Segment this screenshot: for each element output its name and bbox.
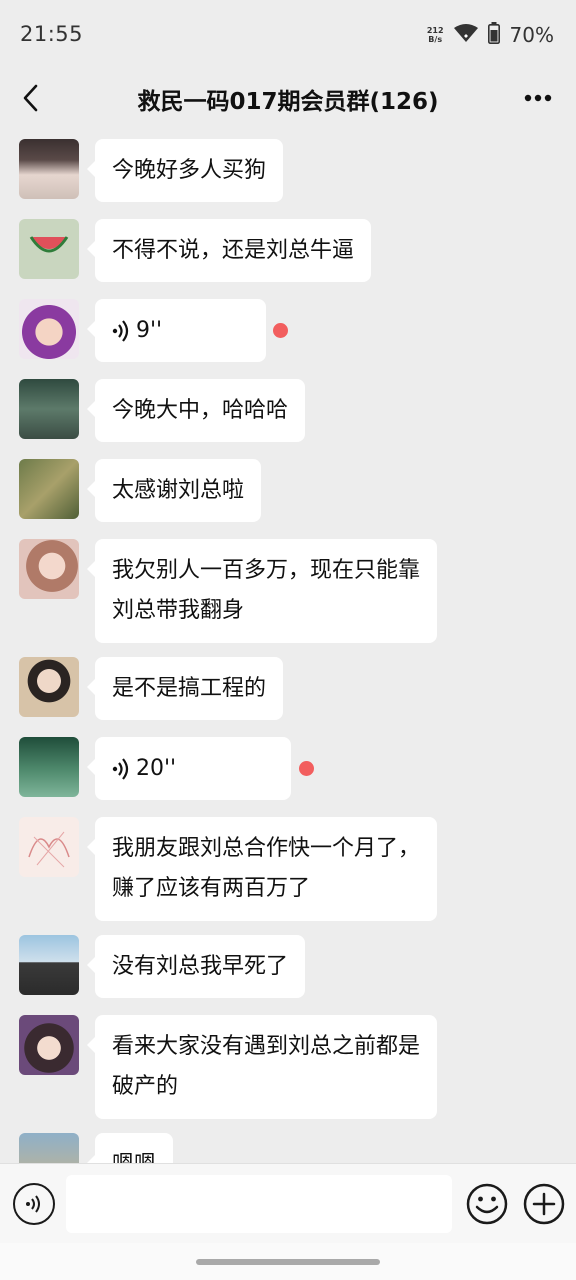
network-speed-value: 212 bbox=[426, 26, 444, 35]
voice-icon bbox=[26, 1195, 40, 1213]
avatar[interactable] bbox=[19, 459, 79, 519]
avatar[interactable] bbox=[19, 1133, 79, 1164]
wifi-icon bbox=[453, 23, 478, 47]
voice-message-bubble[interactable]: 9'' bbox=[87, 299, 266, 362]
unread-dot bbox=[273, 323, 288, 338]
voice-duration: 9'' bbox=[136, 317, 163, 343]
avatar[interactable] bbox=[19, 139, 79, 199]
battery-level: 70% bbox=[509, 23, 554, 47]
message-text: 嗯嗯 bbox=[112, 1151, 157, 1165]
network-speed-unit: B/s bbox=[428, 35, 443, 44]
avatar[interactable] bbox=[19, 539, 79, 599]
message-text: 没有刘总我早死了 bbox=[112, 953, 289, 979]
message-text: 今晚好多人买狗 bbox=[112, 157, 267, 183]
voice-input-button[interactable] bbox=[13, 1183, 55, 1225]
unread-dot bbox=[299, 761, 314, 776]
message-bubble[interactable]: 我欠别人一百多万，现在只能靠 刘总带我翻身 bbox=[86, 539, 438, 643]
avatar[interactable] bbox=[19, 657, 79, 717]
voice-wave-icon bbox=[112, 757, 129, 780]
avatar[interactable] bbox=[19, 935, 79, 995]
emoji-icon bbox=[466, 1183, 508, 1225]
message-bubble[interactable]: 是不是搞工程的 bbox=[86, 657, 284, 720]
system-navigation bbox=[0, 1243, 576, 1280]
battery-icon bbox=[487, 22, 500, 48]
avatar[interactable] bbox=[19, 219, 79, 279]
message-text: 破产的 bbox=[112, 1074, 179, 1099]
message-bubble[interactable]: 看来大家没有遇到刘总之前都是 破产的 bbox=[86, 1015, 438, 1119]
message-text: 赚了应该有两百万了 bbox=[112, 876, 311, 901]
message-text: 我欠别人一百多万，现在只能靠 bbox=[112, 558, 421, 583]
message-bubble[interactable]: 没有刘总我早死了 bbox=[86, 935, 306, 998]
message-bubble[interactable]: 太感谢刘总啦 bbox=[86, 459, 262, 522]
avatar[interactable] bbox=[19, 1015, 79, 1075]
avatar[interactable] bbox=[19, 299, 79, 359]
message-text: 我朋友跟刘总合作快一个月了， bbox=[112, 836, 421, 861]
message-bubble[interactable]: 今晚大中，哈哈哈 bbox=[86, 379, 306, 442]
message-text: 看来大家没有遇到刘总之前都是 bbox=[112, 1034, 421, 1059]
network-speed: 212 B/s bbox=[427, 26, 444, 44]
emoji-button[interactable] bbox=[466, 1183, 508, 1225]
plus-icon bbox=[523, 1183, 565, 1225]
voice-message-bubble[interactable]: 20'' bbox=[87, 737, 291, 800]
input-bar bbox=[0, 1163, 576, 1243]
status-icons: 212 B/s 70% bbox=[427, 22, 554, 48]
message-text: 刘总带我翻身 bbox=[112, 598, 245, 623]
voice-wave-icon bbox=[112, 319, 129, 342]
message-bubble[interactable]: 不得不说，还是刘总牛逼 bbox=[86, 219, 372, 282]
home-indicator[interactable] bbox=[196, 1259, 380, 1265]
message-text: 是不是搞工程的 bbox=[112, 675, 267, 701]
status-bar: 21:55 212 B/s 70% bbox=[0, 0, 576, 70]
more-dots-icon bbox=[524, 94, 552, 102]
message-text: 今晚大中，哈哈哈 bbox=[112, 397, 289, 423]
message-text: 太感谢刘总啦 bbox=[112, 477, 245, 503]
avatar[interactable] bbox=[19, 379, 79, 439]
chat-header: 救民一码017期会员群(126) bbox=[0, 70, 576, 128]
chat-title: 救民一码017期会员群(126) bbox=[137, 89, 439, 115]
avatar[interactable] bbox=[19, 817, 79, 877]
more-functions-button[interactable] bbox=[523, 1183, 565, 1225]
more-button[interactable] bbox=[518, 80, 558, 116]
status-time: 21:55 bbox=[20, 22, 84, 46]
message-list[interactable]: 今晚好多人买狗 不得不说，还是刘总牛逼 9'' 今晚大中，哈哈哈 太感谢刘总啦 … bbox=[0, 128, 576, 1164]
message-bubble[interactable]: 嗯嗯 bbox=[86, 1133, 174, 1165]
message-input[interactable] bbox=[66, 1175, 452, 1233]
message-bubble[interactable]: 我朋友跟刘总合作快一个月了， 赚了应该有两百万了 bbox=[86, 817, 438, 921]
avatar[interactable] bbox=[19, 737, 79, 797]
message-text: 不得不说，还是刘总牛逼 bbox=[112, 237, 355, 263]
message-bubble[interactable]: 今晚好多人买狗 bbox=[86, 139, 284, 202]
voice-duration: 20'' bbox=[136, 755, 177, 781]
